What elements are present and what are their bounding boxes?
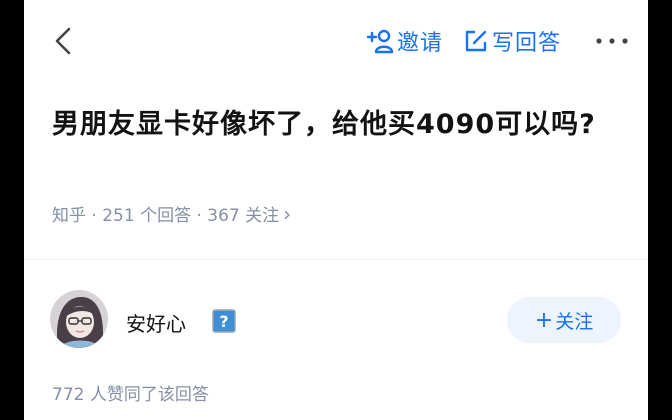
question-title[interactable]: 男朋友显卡好像坏了，给他买4090可以吗? (52, 104, 622, 146)
follow-button[interactable]: + 关注 (507, 297, 621, 343)
author-row: 安好心 ? + 关注 (24, 288, 648, 354)
invite-label: 邀请 (397, 31, 444, 56)
top-bar: 邀请 写回答 (24, 0, 648, 82)
vote-count-text: 772 人赞同了该回答 (52, 385, 209, 405)
follow-label: 关注 (555, 310, 594, 333)
question-meta-text: 知乎 · 251 个回答 · 367 关注 (52, 206, 280, 226)
write-answer-button[interactable]: 写回答 (464, 26, 561, 56)
more-button[interactable] (590, 26, 634, 56)
add-person-icon (366, 29, 394, 54)
answer-page: 邀请 写回答 男朋友显卡好像坏了，给他买4090可以吗? 知乎 · 251 个回… (24, 0, 648, 420)
write-answer-label: 写回答 (492, 31, 562, 56)
avatar[interactable] (50, 290, 108, 348)
question-meta[interactable]: 知乎 · 251 个回答 · 367 关注 › (52, 201, 292, 227)
question-badge-icon: ? (212, 309, 236, 333)
divider (24, 259, 648, 260)
plus-icon: + (534, 307, 554, 333)
edit-icon (465, 30, 487, 52)
back-button[interactable] (46, 22, 80, 60)
author-name[interactable]: 安好心 (126, 308, 186, 337)
badge-text: ? (219, 312, 228, 331)
avatar-image (50, 290, 108, 348)
chevron-right-icon: › (283, 201, 292, 226)
more-dots-icon (596, 38, 628, 44)
invite-button[interactable]: 邀请 (366, 26, 443, 56)
chevron-left-icon (55, 27, 71, 55)
